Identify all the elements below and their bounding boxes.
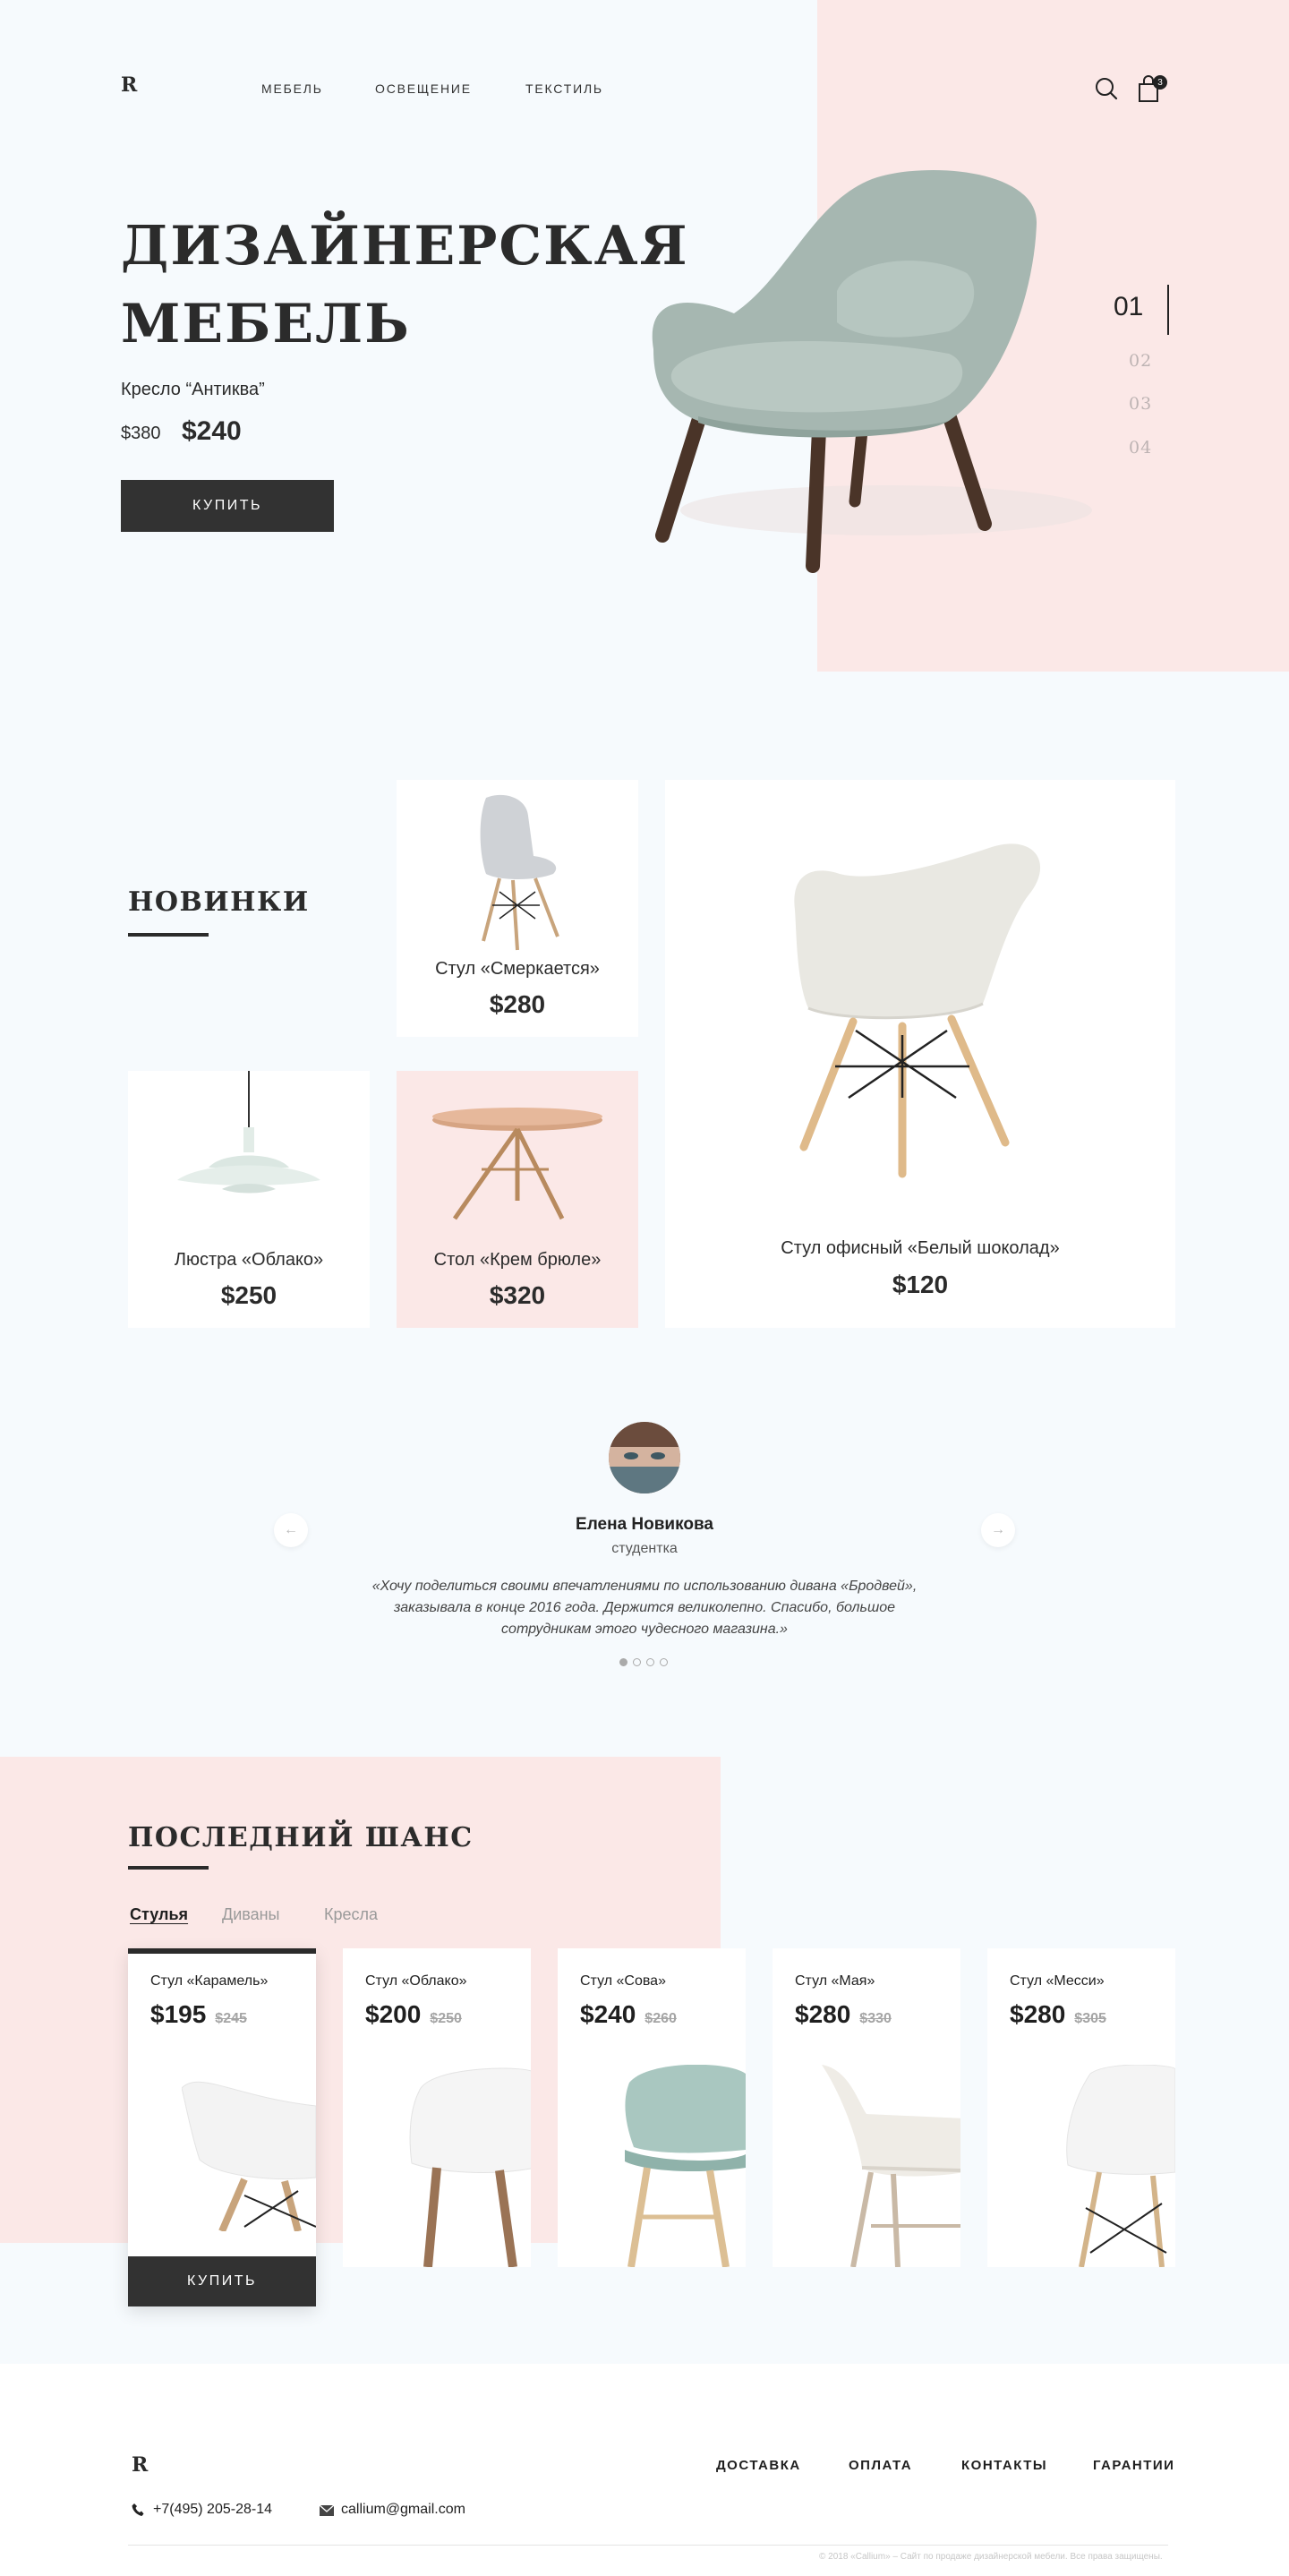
product-name: Стол «Крем брюле»	[433, 1250, 602, 1270]
reviewer-name: Елена Новикова	[576, 1515, 713, 1534]
testimonial-quote: «Хочу поделиться своими впечатлениями по…	[358, 1576, 931, 1640]
search-icon[interactable]	[1094, 76, 1119, 101]
cart-count-badge: 3	[1153, 75, 1167, 90]
hero-title-line-1: ДИЗАЙНЕРСКАЯ	[121, 215, 689, 278]
bag-icon[interactable]: 3	[1137, 73, 1167, 104]
testimonial-next-button[interactable]: →	[981, 1513, 1015, 1547]
product-card[interactable]: Стол «Крем брюле» $320	[397, 1071, 638, 1328]
product-card[interactable]: Стул «Мая» $280 $330	[773, 1948, 960, 2267]
mail-icon	[319, 2504, 335, 2520]
hero-title: ДИЗАЙНЕРСКАЯ МЕБЕЛЬ	[121, 208, 689, 364]
product-price: $240 $260	[580, 2000, 677, 2029]
testimonial-dots	[619, 1658, 668, 1666]
price-current: $280	[1010, 2000, 1066, 2028]
last-chance-underline	[128, 1866, 209, 1870]
price-current: $280	[795, 2000, 851, 2028]
nav-furniture[interactable]: МЕБЕЛЬ	[261, 81, 323, 96]
product-card[interactable]: Стул «Облако» $200 $250	[343, 1948, 531, 2267]
dot[interactable]	[646, 1658, 654, 1666]
product-price: $280	[489, 990, 546, 1018]
nav-lighting[interactable]: ОСВЕЩЕНИЕ	[375, 81, 472, 96]
product-name: Стул «Облако»	[365, 1973, 467, 1989]
last-chance-title: ПОСЛЕДНИЙ ШАНС	[128, 1822, 474, 1853]
footer-link-contacts[interactable]: КОНТАКТЫ	[961, 2458, 1047, 2473]
price-current: $195	[150, 2000, 207, 2028]
product-price: $195 $245	[150, 2000, 247, 2029]
product-card[interactable]: Стул «Сова» $240 $260	[558, 1948, 746, 2267]
new-title-underline	[128, 933, 209, 937]
chair-maya-image	[822, 2065, 960, 2267]
testimonial-prev-button[interactable]: ←	[274, 1513, 308, 1547]
slide-indicator-4[interactable]: 04	[1129, 438, 1152, 458]
product-card[interactable]: Стул «Смеркается» $280	[397, 780, 638, 1037]
price-old: $330	[859, 2011, 892, 2026]
chair-cloud-image	[401, 2065, 531, 2267]
footer-link-delivery[interactable]: ДОСТАВКА	[716, 2458, 801, 2473]
footer-divider	[128, 2545, 1168, 2546]
product-name: Стул «Карамель»	[150, 1973, 269, 1989]
footer-link-guarantees[interactable]: ГАРАНТИИ	[1093, 2458, 1174, 2473]
price-current: $240	[580, 2000, 636, 2028]
price-old: $260	[644, 2011, 677, 2026]
tab-chairs[interactable]: Стулья	[130, 1905, 188, 1924]
product-name: Стул «Мая»	[795, 1973, 875, 1989]
product-card[interactable]: Стул «Месси» $280 $305	[987, 1948, 1175, 2267]
avatar	[609, 1422, 680, 1493]
new-section-title: НОВИНКИ	[128, 886, 310, 918]
chair-grey-image	[464, 793, 571, 959]
footer-copyright: © 2018 «Callium» – Сайт по продаже дизай…	[819, 2552, 1163, 2562]
price-old: $305	[1074, 2011, 1106, 2026]
product-name: Стул «Сова»	[580, 1973, 666, 1989]
hero-price: $240	[182, 416, 242, 446]
hero-buy-button[interactable]: КУПИТЬ	[121, 480, 334, 532]
slide-indicator-2[interactable]: 02	[1129, 351, 1152, 371]
product-name: Люстра «Облако»	[174, 1250, 324, 1270]
lamp-image	[173, 1071, 325, 1219]
price-old: $250	[430, 2011, 462, 2026]
product-price: $250	[220, 1281, 277, 1309]
nav-textile[interactable]: ТЕКСТИЛЬ	[525, 81, 603, 96]
chair-white-image	[786, 829, 1054, 1192]
dot[interactable]	[633, 1658, 641, 1666]
armchair-image	[627, 161, 1092, 582]
chair-owl-image	[611, 2064, 746, 2267]
quote-line-1: «Хочу поделиться своими впечатлениями по…	[371, 1579, 918, 1594]
product-name: Стул офисный «Белый шоколад»	[781, 1238, 1060, 1258]
hero-title-line-2: МЕБЕЛЬ	[121, 293, 411, 355]
product-price: $120	[892, 1271, 949, 1298]
price-current: $200	[365, 2000, 422, 2028]
product-price: $200 $250	[365, 2000, 462, 2029]
slide-indicator-3[interactable]: 03	[1129, 394, 1152, 414]
footer-email[interactable]: callium@gmail.com	[341, 2502, 465, 2518]
hero-old-price: $380	[121, 424, 161, 443]
phone-icon	[132, 2503, 144, 2521]
reviewer-role: студентка	[611, 1541, 678, 1556]
product-price: $280 $330	[795, 2000, 892, 2029]
slide-indicator-active[interactable]: 01	[1114, 292, 1143, 322]
price-old: $245	[215, 2011, 247, 2026]
product-buy-button[interactable]: КУПИТЬ	[128, 2256, 316, 2306]
chair-caramel-image	[181, 2070, 316, 2236]
tab-sofas[interactable]: Диваны	[222, 1905, 280, 1924]
table-image	[428, 1102, 607, 1232]
footer-logo[interactable]: R	[132, 2453, 148, 2477]
quote-line-2: заказывала в конце 2016 года. Держится в…	[393, 1600, 896, 1615]
product-card-active[interactable]: Стул «Карамель» $195 $245 КУПИТЬ	[128, 1948, 316, 2306]
footer-link-payment[interactable]: ОПЛАТА	[849, 2458, 912, 2473]
product-card-featured[interactable]: Стул офисный «Белый шоколад» $120	[665, 780, 1175, 1328]
tab-armchairs[interactable]: Кресла	[324, 1905, 378, 1924]
footer-phone[interactable]: +7(495) 205-28-14	[153, 2502, 272, 2518]
chair-messi-image	[1063, 2064, 1175, 2267]
hero-product-name: Кресло “Антиква”	[121, 380, 265, 399]
logo[interactable]: R	[121, 73, 137, 97]
slide-active-bar	[1167, 285, 1169, 335]
dot-active[interactable]	[619, 1658, 627, 1666]
product-price: $280 $305	[1010, 2000, 1106, 2029]
product-card[interactable]: Люстра «Облако» $250	[128, 1071, 370, 1328]
product-price: $320	[489, 1281, 546, 1309]
quote-line-3: сотрудникам этого чудесного магазина.»	[501, 1622, 788, 1637]
product-name: Стул «Месси»	[1010, 1973, 1105, 1989]
dot[interactable]	[660, 1658, 668, 1666]
product-name: Стул «Смеркается»	[435, 959, 600, 979]
